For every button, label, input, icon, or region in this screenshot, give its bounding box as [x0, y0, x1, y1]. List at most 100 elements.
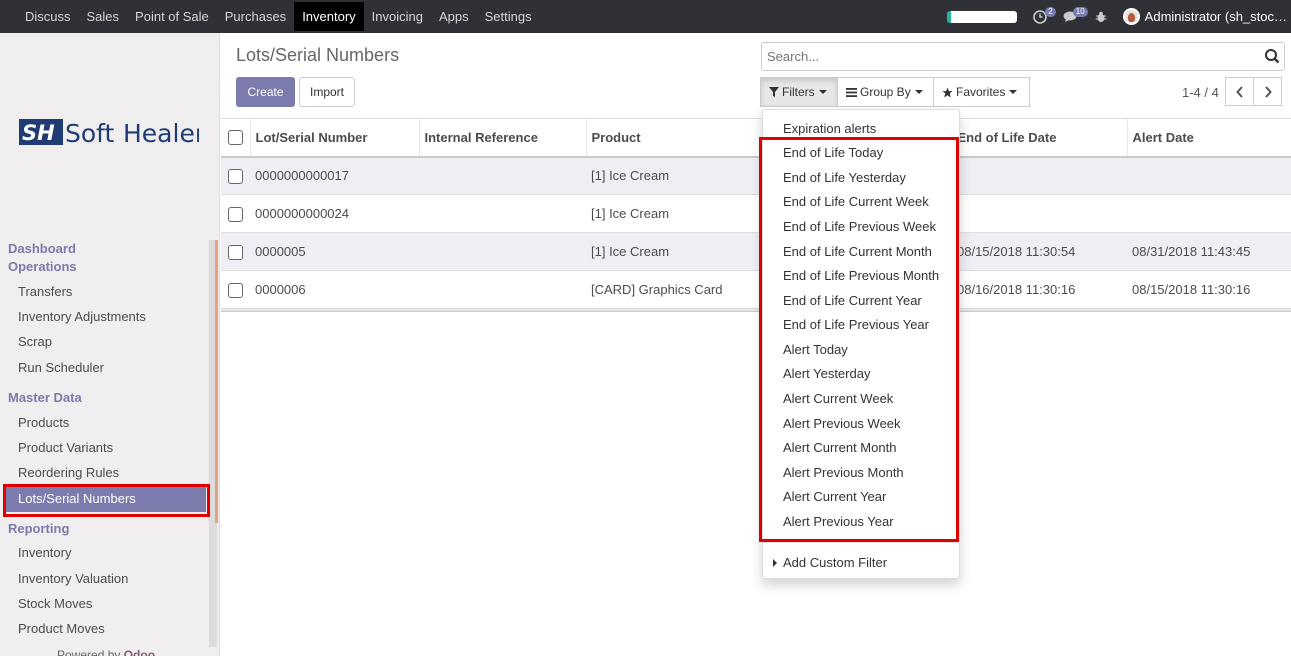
table-row[interactable]: 0000006 [CARD] Graphics Card 08/16/2018 …	[221, 270, 1291, 309]
svg-text:Healer: Healer	[123, 119, 199, 147]
sidebar-item-reordering-rules[interactable]: Reordering Rules	[18, 465, 119, 480]
main-content: Lots/Serial Numbers Create Import Filter…	[221, 33, 1291, 656]
chevron-left-icon	[1235, 85, 1243, 98]
filter-expiration-alerts[interactable]: Expiration alerts	[783, 121, 876, 136]
table-row[interactable]: 0000005 [1] Ice Cream 08/15/2018 11:30:5…	[221, 232, 1291, 271]
import-button[interactable]: Import	[299, 77, 355, 107]
cell-product: [1] Ice Cream	[586, 232, 762, 271]
sidebar-scroll-thumb[interactable]	[215, 240, 218, 523]
cell-lot: 0000000000024	[250, 194, 419, 233]
svg-text:Soft: Soft	[65, 119, 115, 147]
caret-down-icon	[818, 90, 827, 94]
sidebar-item-transfers[interactable]: Transfers	[18, 284, 72, 299]
highlight-box-filters	[759, 137, 959, 542]
cell-eol: 08/16/2018 11:30:16	[952, 270, 1127, 309]
app-menu: Discuss Sales Point of Sale Purchases In…	[17, 0, 540, 33]
pager-previous-button[interactable]	[1225, 77, 1254, 106]
row-checkbox[interactable]	[228, 282, 243, 298]
menu-apps[interactable]: Apps	[431, 2, 477, 31]
cell-alert: 08/31/2018 11:43:45	[1127, 232, 1291, 271]
user-menu[interactable]: Administrator (sh_stoc…	[1122, 8, 1287, 25]
menu-discuss[interactable]: Discuss	[17, 2, 79, 31]
cell-alert	[1127, 156, 1291, 195]
debug-bug-icon[interactable]	[1095, 11, 1107, 23]
menu-inventory[interactable]: Inventory	[294, 2, 364, 31]
table-row[interactable]: 0000000000024 [1] Ice Cream	[221, 194, 1291, 233]
message-count-badge: 10	[1072, 7, 1088, 17]
sidebar-item-run-scheduler[interactable]: Run Scheduler	[18, 360, 104, 375]
column-header[interactable]: End of Life Date	[951, 118, 1127, 158]
menu-purchases[interactable]: Purchases	[217, 2, 294, 31]
pager-next-button[interactable]	[1253, 77, 1282, 106]
section-dashboard[interactable]: Dashboard	[8, 241, 76, 256]
lots-table: Lot/Serial Number Internal Reference Pro…	[221, 118, 1291, 309]
star-icon	[942, 86, 953, 98]
dropdown-divider	[763, 542, 959, 543]
activity-count-badge: 2	[1045, 6, 1056, 17]
menu-sales[interactable]: Sales	[79, 2, 128, 31]
sidebar: SH Soft Healer Dashboard Operations Tran…	[0, 33, 220, 656]
search-options: Filters Group By Favorites	[760, 77, 1030, 107]
filters-label: Filters	[782, 85, 815, 99]
svg-text:SH: SH	[22, 121, 55, 145]
pager-value[interactable]: 1-4 / 4	[1182, 85, 1219, 100]
favorites-button[interactable]: Favorites	[933, 77, 1030, 107]
cell-alert	[1127, 194, 1291, 233]
sidebar-item-stock-moves[interactable]: Stock Moves	[18, 596, 92, 611]
sidebar-item-product-variants[interactable]: Product Variants	[18, 440, 113, 455]
create-button[interactable]: Create	[236, 77, 295, 107]
sidebar-item-product-moves[interactable]: Product Moves	[18, 621, 105, 636]
onboarding-progress[interactable]	[946, 10, 1017, 23]
powered-brand[interactable]: Odoo	[124, 648, 155, 656]
column-header[interactable]: Alert Date	[1126, 118, 1291, 158]
cell-lot: 0000006	[250, 270, 419, 309]
highlight-box-sidebar	[3, 484, 210, 517]
row-checkbox[interactable]	[228, 168, 243, 184]
row-checkbox[interactable]	[228, 244, 243, 260]
cell-product: [CARD] Graphics Card	[586, 270, 762, 309]
caret-down-icon	[914, 90, 923, 94]
activity-icon[interactable]: 2	[1032, 6, 1056, 24]
search-icon[interactable]	[1264, 48, 1280, 64]
select-all-cell	[221, 118, 250, 158]
section-reporting: Reporting	[8, 521, 70, 536]
row-checkbox[interactable]	[228, 206, 243, 222]
cell-ref	[419, 232, 586, 271]
add-custom-filter[interactable]: Add Custom Filter	[773, 555, 887, 570]
column-header[interactable]: Lot/Serial Number	[249, 118, 419, 158]
sidebar-item-inventory-adjustments[interactable]: Inventory Adjustments	[18, 309, 146, 324]
section-operations: Operations	[8, 259, 77, 274]
table-footer	[221, 309, 1291, 312]
sidebar-item-products[interactable]: Products	[18, 415, 69, 430]
caret-down-icon	[1009, 90, 1018, 94]
chevron-right-icon	[1264, 85, 1272, 98]
cell-ref	[419, 270, 586, 309]
messages-icon[interactable]: 10	[1063, 7, 1088, 23]
filter-icon	[769, 87, 779, 97]
groupby-button[interactable]: Group By	[837, 77, 934, 107]
select-all-checkbox[interactable]	[228, 130, 243, 146]
cell-alert: 08/15/2018 11:30:16	[1127, 270, 1291, 309]
softhealer-logo-icon: SH Soft Healer	[19, 119, 199, 147]
menu-settings[interactable]: Settings	[477, 2, 540, 31]
add-custom-filter-label: Add Custom Filter	[783, 555, 888, 570]
page-title: Lots/Serial Numbers	[236, 45, 400, 65]
column-header[interactable]: Internal Reference	[418, 118, 586, 158]
cell-lot: 0000000000017	[250, 156, 419, 195]
cell-product: [1] Ice Cream	[586, 194, 762, 233]
company-logo: SH Soft Healer	[19, 117, 199, 147]
sidebar-item-scrap[interactable]: Scrap	[18, 334, 52, 349]
groupby-label: Group By	[860, 85, 911, 99]
cell-eol	[952, 194, 1127, 233]
powered-prefix: Powered by	[57, 648, 121, 656]
menu-invoicing[interactable]: Invoicing	[364, 2, 431, 31]
table-row[interactable]: 0000000000017 [1] Ice Cream	[221, 156, 1291, 195]
menu-point-of-sale[interactable]: Point of Sale	[127, 2, 217, 31]
column-header[interactable]: Product	[585, 118, 762, 158]
search-input[interactable]	[762, 43, 1252, 70]
filters-button[interactable]: Filters	[760, 77, 838, 107]
cell-ref	[419, 156, 586, 195]
sidebar-item-inventory-valuation[interactable]: Inventory Valuation	[18, 571, 128, 586]
caret-right-icon	[773, 558, 777, 567]
sidebar-item-inventory-report[interactable]: Inventory	[18, 545, 71, 560]
